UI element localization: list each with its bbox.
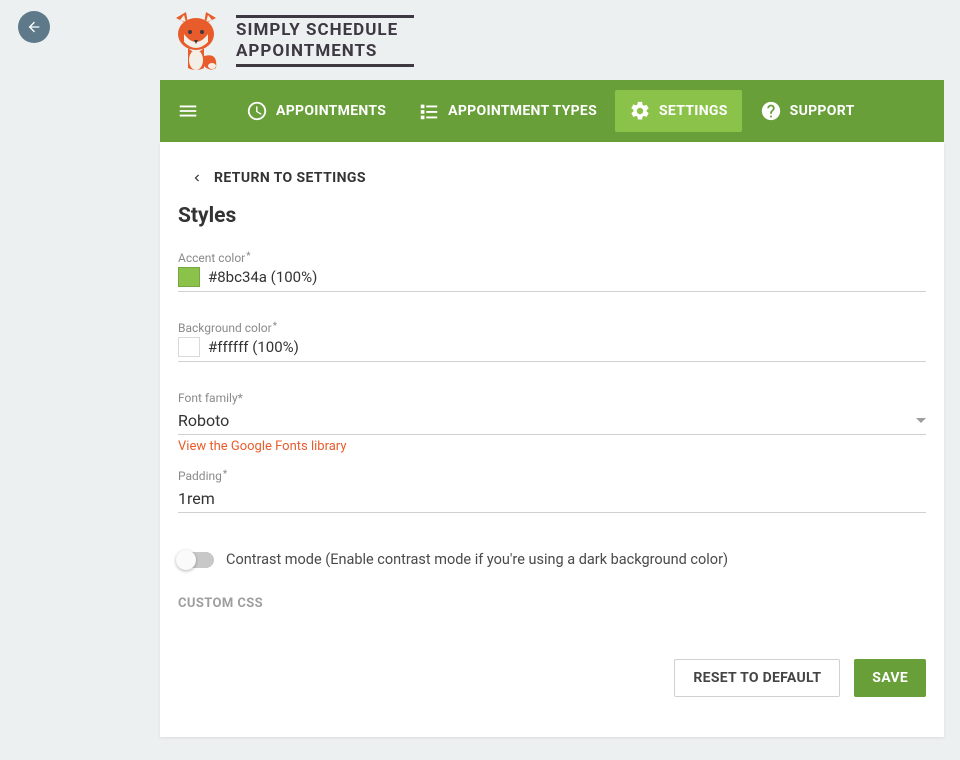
help-icon [760,100,782,122]
accent-color-swatch[interactable] [178,267,200,287]
menu-button[interactable] [172,95,204,127]
back-button[interactable] [18,11,50,43]
accent-color-value[interactable]: #8bc34a (100%) [208,268,317,286]
font-family-field: Font family* Roboto View the Google Font… [178,390,926,454]
font-family-value: Roboto [178,411,229,430]
background-color-value[interactable]: #ffffff (100%) [208,338,299,356]
background-color-field: Background color* #ffffff (100%) [178,320,926,362]
custom-css-heading: CUSTOM CSS [178,596,926,611]
font-family-select[interactable]: Roboto [178,407,926,435]
padding-input[interactable] [178,485,926,513]
nav-appointments-label: APPOINTMENTS [276,103,386,119]
nav-support[interactable]: SUPPORT [746,90,869,132]
save-button[interactable]: SAVE [854,659,926,697]
clock-icon [246,100,268,122]
app-logo: SIMPLY SCHEDULE APPOINTMENTS [160,0,944,80]
arrow-left-icon [26,19,42,35]
toggle-knob [176,550,196,570]
font-family-label: Font family* [178,391,243,405]
background-color-swatch[interactable] [178,337,200,357]
list-icon [418,100,440,122]
logo-title-line2: APPOINTMENTS [236,43,414,60]
fox-logo-icon [168,10,224,72]
nav-support-label: SUPPORT [790,103,855,119]
nav-appointments[interactable]: APPOINTMENTS [232,90,400,132]
menu-icon [177,100,199,122]
contrast-mode-row: Contrast mode (Enable contrast mode if y… [178,551,926,568]
padding-label: Padding* [178,469,226,483]
contrast-mode-toggle[interactable] [178,552,214,568]
chevron-left-icon [190,171,204,185]
page-title: Styles [178,204,926,228]
background-color-label: Background color* [178,321,276,335]
padding-field: Padding* [178,468,926,513]
nav-settings-label: SETTINGS [659,103,728,119]
accent-color-label: Accent color* [178,251,250,265]
gear-icon [629,100,651,122]
nav-appointment-types-label: APPOINTMENT TYPES [448,103,597,119]
nav-appointment-types[interactable]: APPOINTMENT TYPES [404,90,611,132]
nav-settings[interactable]: SETTINGS [615,90,742,132]
action-buttons: RESET TO DEFAULT SAVE [178,659,926,697]
contrast-mode-label: Contrast mode (Enable contrast mode if y… [226,551,728,568]
settings-panel: RETURN TO SETTINGS Styles Accent color* … [160,142,944,737]
return-label: RETURN TO SETTINGS [214,170,366,186]
reset-to-default-button[interactable]: RESET TO DEFAULT [674,659,840,697]
logo-title-line1: SIMPLY SCHEDULE [236,22,414,39]
logo-text: SIMPLY SCHEDULE APPOINTMENTS [236,15,414,67]
chevron-down-icon [916,418,926,423]
main-nav: APPOINTMENTS APPOINTMENT TYPES SETTINGS … [160,80,944,142]
accent-color-field: Accent color* #8bc34a (100%) [178,250,926,292]
return-to-settings[interactable]: RETURN TO SETTINGS [160,142,944,204]
google-fonts-link[interactable]: View the Google Fonts library [178,439,346,454]
